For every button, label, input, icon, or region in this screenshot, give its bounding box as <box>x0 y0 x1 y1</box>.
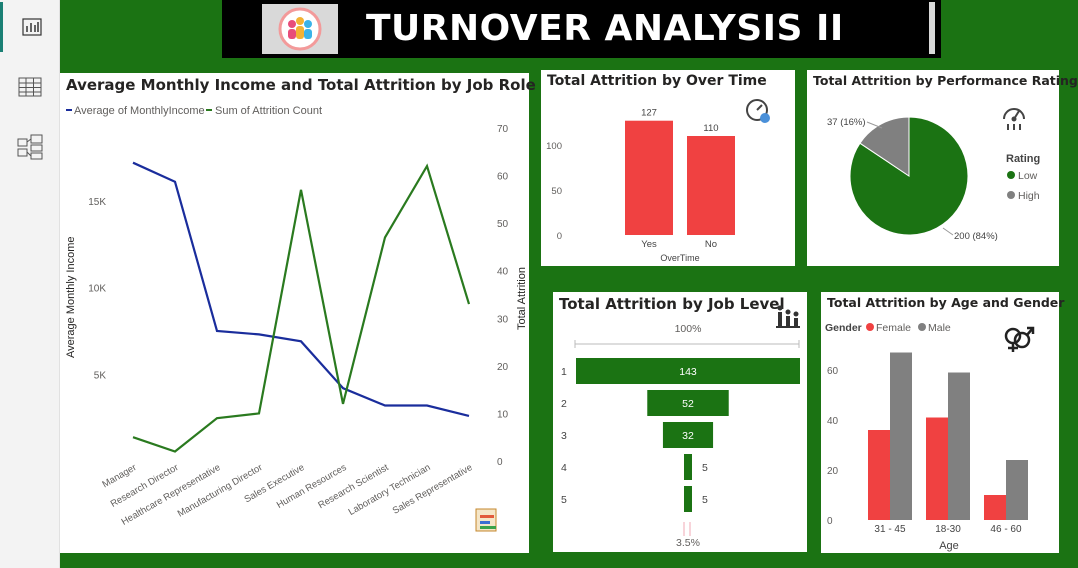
overtime-data-label: 110 <box>703 123 718 134</box>
age-bar-male[interactable] <box>1006 460 1028 520</box>
age-bar-male[interactable] <box>890 352 912 521</box>
overtime-y-tick: 0 <box>557 231 562 242</box>
model-view-icon <box>17 134 43 160</box>
gender-legend-swatch <box>866 323 874 331</box>
report-view-icon <box>21 18 42 36</box>
table-view-button[interactable] <box>0 62 60 112</box>
right-axis-tick: 0 <box>497 457 503 468</box>
funnel-data-label: 52 <box>682 398 694 410</box>
right-axis-tick: 20 <box>497 362 509 373</box>
funnel-level-label: 5 <box>561 494 567 506</box>
funnel-level-label: 4 <box>561 462 567 474</box>
team-logo-icon <box>262 4 338 54</box>
slice-label-low: 200 (84%) <box>954 231 998 242</box>
age-bar-female[interactable] <box>868 430 890 520</box>
category-tick-label: Sales Representative <box>391 462 475 517</box>
funnel-data-label: 5 <box>702 462 708 474</box>
age-bar-male[interactable] <box>948 372 970 521</box>
rating-legend-title: Rating <box>1006 153 1040 165</box>
rating-legend-label[interactable]: Low <box>1018 170 1038 182</box>
drill-through-icon[interactable] <box>473 505 503 535</box>
overtime-y-tick: 100 <box>546 141 562 152</box>
report-canvas: TURNOVER ANALYSIS II Average Monthly Inc… <box>60 0 1078 568</box>
right-axis-tick: 50 <box>497 219 509 230</box>
gender-legend-title: Gender <box>825 322 862 334</box>
gender-legend-swatch <box>918 323 926 331</box>
funnel-level-label: 2 <box>561 398 567 410</box>
age-y-tick: 20 <box>827 466 839 477</box>
age-x-axis-title: Age <box>939 540 959 552</box>
model-view-button[interactable] <box>0 122 60 172</box>
left-axis-title: Average Monthly Income <box>65 237 77 358</box>
left-axis-tick: 10K <box>88 284 106 295</box>
funnel-data-label: 5 <box>702 494 708 506</box>
view-sidebar <box>0 0 60 568</box>
overtime-bar-no[interactable] <box>687 136 735 235</box>
age-y-tick: 40 <box>827 416 839 427</box>
jobrole-card[interactable]: Average Monthly Income and Total Attriti… <box>60 73 536 553</box>
label-line-low <box>942 227 954 236</box>
gender-legend-label[interactable]: Female <box>876 322 911 334</box>
age-y-tick: 60 <box>827 366 839 377</box>
overtime-card[interactable]: Total Attrition by Over Time 100 50 0 127 Y… <box>541 70 795 266</box>
age-category-label: 46 - 60 <box>990 524 1022 535</box>
overtime-category-label: No <box>705 239 717 250</box>
age-y-tick: 0 <box>827 516 833 527</box>
agegender-chart: Gender Female Male 60 40 20 0 31 - 45 18-30 46… <box>825 322 1028 552</box>
right-axis-title: Total Attrition <box>516 267 528 330</box>
page-title: TURNOVER ANALYSIS II <box>366 8 844 49</box>
overtime-category-label: Yes <box>641 239 657 250</box>
age-category-label: 31 - 45 <box>874 524 906 535</box>
slice-label-high: 37 (16%) <box>827 117 866 128</box>
income-series-line[interactable] <box>132 161 470 417</box>
left-axis-tick: 5K <box>94 370 107 381</box>
funnel-level-label: 1 <box>561 366 567 378</box>
jobrole-chart: Average of MonthlyIncome Sum of Attritio… <box>65 105 528 528</box>
table-view-icon <box>18 77 42 97</box>
rating-legend-swatch <box>1007 171 1015 179</box>
funnel-level-label: 3 <box>561 430 567 442</box>
funnel-data-label: 143 <box>679 366 697 378</box>
overtime-data-label: 127 <box>641 108 657 119</box>
agegender-card[interactable]: Total Attrition by Age and Gender Gender… <box>821 292 1064 553</box>
overtime-x-axis-title: OverTime <box>660 253 699 263</box>
rating-legend-swatch <box>1007 191 1015 199</box>
right-axis-tick: 30 <box>497 314 509 325</box>
rating-legend-label[interactable]: High <box>1018 190 1040 202</box>
right-axis-tick: 60 <box>497 172 509 183</box>
age-category-label: 18-30 <box>935 524 961 535</box>
funnel-data-label: 32 <box>682 430 694 442</box>
funnel-bar-level-5[interactable] <box>684 486 692 512</box>
right-axis-tick: 70 <box>497 124 509 135</box>
funnel-top-percent: 100% <box>675 323 702 335</box>
overtime-chart: 100 50 0 127 Yes 110 No OverTime <box>546 108 735 263</box>
age-bar-female[interactable] <box>926 417 948 521</box>
right-axis-tick: 10 <box>497 409 509 420</box>
age-bar-female[interactable] <box>984 495 1006 520</box>
performance-card[interactable]: Total Attrition by Performance Rating 37… <box>807 70 1078 266</box>
funnel-bottom-percent: 3.5% <box>676 537 700 549</box>
joblevel-card[interactable]: Total Attrition by Job Level 100% 1 143 2 5… <box>553 292 807 552</box>
legend-attrition-label: Sum of Attrition Count <box>215 105 322 117</box>
joblevel-chart: 100% 1 143 2 52 3 32 4 5 5 5 3.5% <box>561 323 800 549</box>
left-axis-tick: 15K <box>88 197 106 208</box>
category-tick-label: Human Resources <box>275 462 349 511</box>
legend-income-label: Average of MonthlyIncome <box>74 105 205 117</box>
performance-chart: 37 (16%) 200 (84%) Rating Low High <box>827 116 1040 242</box>
right-axis-tick: 40 <box>497 267 509 278</box>
title-banner: TURNOVER ANALYSIS II <box>222 0 941 58</box>
funnel-bar-level-4[interactable] <box>684 454 692 480</box>
banner-divider <box>929 2 935 54</box>
report-view-button[interactable] <box>0 2 60 52</box>
gender-legend-label[interactable]: Male <box>928 322 951 334</box>
overtime-y-tick: 50 <box>551 186 562 197</box>
overtime-bar-yes[interactable] <box>625 120 673 235</box>
